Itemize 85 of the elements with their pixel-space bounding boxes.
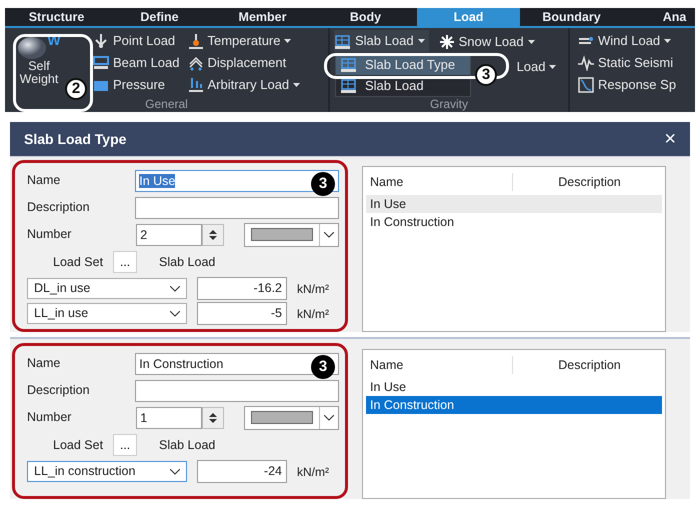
unit-label: kN/m²: [297, 464, 329, 480]
step-number: 2: [65, 78, 87, 100]
menu-item[interactable]: Slab Load: [336, 75, 470, 96]
slab-load-button[interactable]: Slab Load: [334, 30, 429, 52]
group-label: Gravity: [428, 97, 469, 112]
ribbon-item[interactable]: Snow Load: [438, 33, 556, 51]
column-label: Load Set: [53, 436, 104, 454]
chevron-down-icon: [324, 232, 334, 238]
column-label: Slab Load: [159, 436, 216, 454]
field-label: Description: [27, 382, 91, 400]
list-row[interactable]: In Use: [366, 195, 662, 213]
ribbon-tab[interactable]: Structure: [5, 8, 108, 26]
ribbon-tab[interactable]: Member: [211, 8, 314, 26]
number-field[interactable]: 1: [136, 406, 202, 428]
column-header: Description: [512, 172, 662, 192]
number-field[interactable]: 2: [136, 224, 202, 246]
slab-icon: [340, 77, 357, 94]
ribbon-item[interactable]: Arbitrary Load: [188, 74, 300, 96]
column-header: Name: [369, 174, 404, 191]
displacement-icon: [188, 55, 204, 71]
load-value-field[interactable]: -24: [197, 460, 287, 483]
load-value-field[interactable]: -5: [197, 302, 287, 325]
more-button[interactable]: ...: [113, 434, 138, 456]
arrow-down-icon: [93, 33, 109, 49]
arbitrary-load-icon: [188, 77, 204, 93]
sphere-icon: [17, 34, 48, 60]
ribbon-tab[interactable]: Boundary: [520, 8, 623, 26]
list-row[interactable]: In Construction: [366, 213, 662, 231]
chevron-down-icon: [170, 286, 180, 292]
column-label: Slab Load: [159, 254, 216, 271]
spinner[interactable]: [202, 224, 224, 246]
load-set-dropdown[interactable]: DL_in use: [27, 278, 187, 299]
column-header: Description: [512, 356, 662, 374]
ribbon-item[interactable]: Wind Load: [578, 30, 676, 52]
load-value-field[interactable]: -16.2: [197, 277, 287, 300]
slab-icon: [340, 56, 357, 73]
ribbon-tab[interactable]: Ana: [623, 8, 695, 26]
description-field[interactable]: [135, 380, 339, 402]
column-label: Load Set: [53, 254, 104, 271]
seismic-wave-icon: [578, 55, 594, 71]
response-spectrum-icon: [578, 77, 594, 93]
asterisk-icon: [438, 34, 455, 50]
down-arrow-icon: [208, 236, 217, 240]
ribbon-item[interactable]: Pressure: [93, 74, 180, 96]
unit-label: kN/m²: [297, 306, 329, 322]
menu-item[interactable]: Slab Load Type: [336, 54, 470, 75]
step-number: 3: [475, 64, 497, 86]
up-arrow-icon: [208, 412, 217, 416]
ribbon-item[interactable]: Point Load: [93, 30, 180, 52]
field-label: Name: [27, 355, 62, 372]
field-label: Number: [27, 409, 72, 426]
more-button[interactable]: ...: [113, 251, 138, 273]
load-set-dropdown[interactable]: LL_in use: [27, 303, 187, 324]
ribbon-tab[interactable]: Body: [314, 8, 417, 26]
thermometer-icon: [188, 33, 204, 49]
ribbon-item[interactable]: Temperature: [188, 30, 300, 52]
ribbon-item[interactable]: Response Sp: [578, 74, 676, 96]
field-label: Description: [27, 199, 91, 216]
field-label: Name: [27, 172, 62, 190]
color-dropdown[interactable]: [244, 222, 339, 246]
ribbon-item[interactable]: Static Seismi: [578, 52, 676, 74]
up-arrow-icon: [208, 230, 217, 234]
load-set-dropdown[interactable]: LL_in construction: [27, 461, 187, 482]
ribbon-tab[interactable]: Define: [108, 8, 211, 26]
field-label: Number: [27, 226, 72, 244]
down-arrow-icon: [208, 418, 217, 422]
dialog-title-bar: Slab Load Type ×: [10, 122, 690, 156]
color-dropdown[interactable]: [244, 406, 339, 430]
chevron-down-icon: [324, 414, 334, 420]
unit-label: kN/m²: [297, 280, 329, 298]
ribbon-item[interactable]: Load: [516, 58, 556, 76]
ribbon-tab[interactable]: Load: [417, 8, 520, 26]
slab-icon: [334, 32, 351, 50]
chevron-down-icon: [170, 310, 180, 316]
ribbon-item[interactable]: Beam Load: [93, 52, 180, 74]
beam-load-icon: [93, 55, 109, 71]
description-field[interactable]: [135, 196, 339, 218]
list-row[interactable]: In Use: [366, 378, 662, 396]
list-row[interactable]: In Construction: [366, 396, 662, 414]
chevron-down-icon: [170, 468, 180, 474]
group-label: General: [144, 97, 189, 112]
spinner[interactable]: [202, 406, 224, 428]
ribbon-item[interactable]: Displacement: [188, 52, 300, 74]
column-header: Name: [369, 356, 404, 374]
close-button[interactable]: ×: [664, 129, 676, 149]
